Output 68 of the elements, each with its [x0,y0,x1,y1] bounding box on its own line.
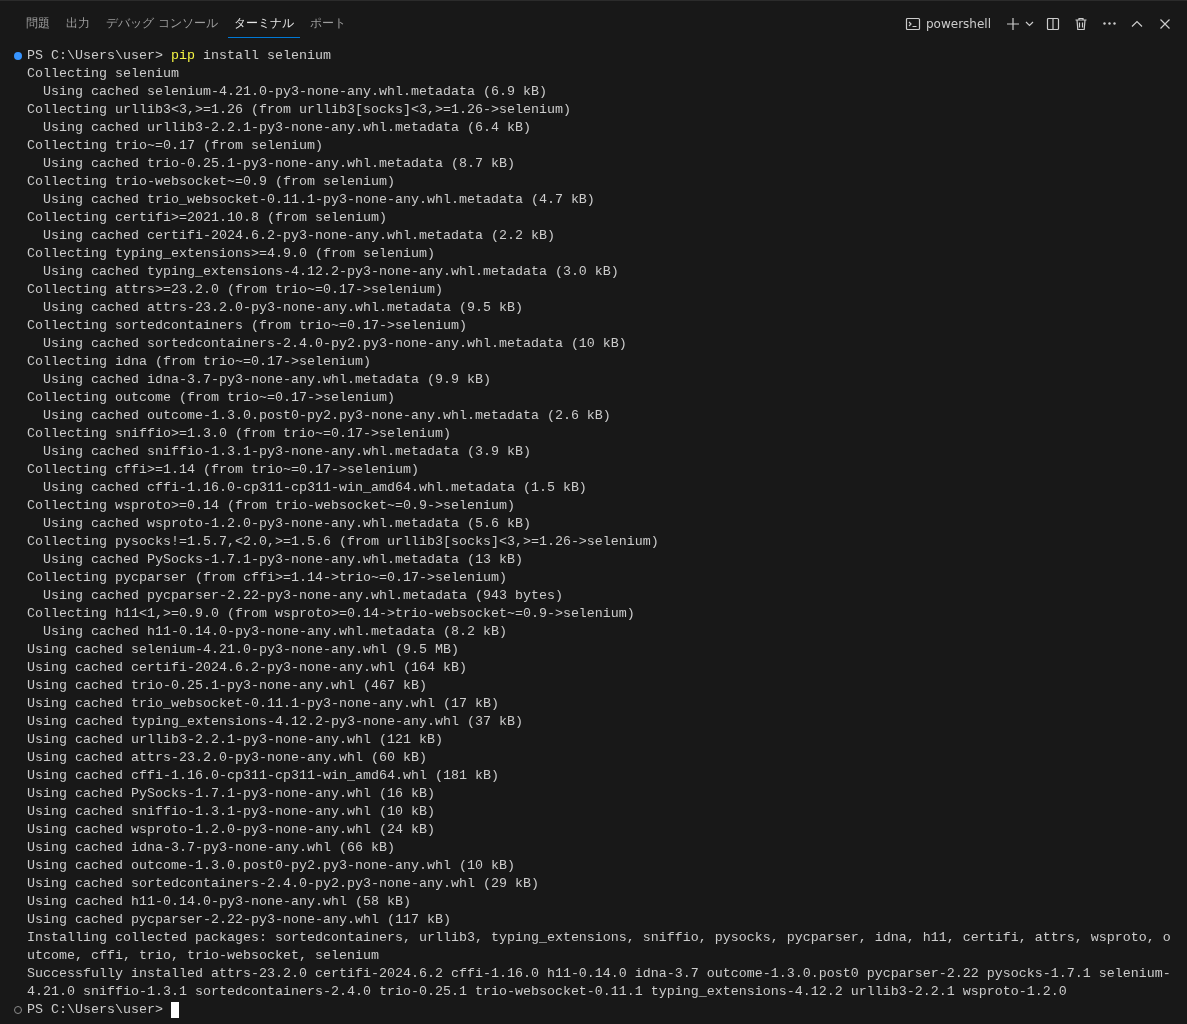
output-line: Using cached typing_extensions-4.12.2-py3-none-any.whl (37 kB) [27,713,523,731]
output-line: Using cached idna-3.7-py3-none-any.whl (66 kB) [27,839,395,857]
output-line: Using cached sortedcontainers-2.4.0-py2.py3-none-any.whl (29 kB) [27,875,539,893]
panel-tab[interactable]: デバッグ コンソール [100,9,224,38]
output-line: Using cached outcome-1.3.0.post0-py2.py3-none-any.whl (10 kB) [27,857,515,875]
trash-icon [1073,15,1089,32]
output-line: Using cached sniffio-1.3.1-py3-none-any.whl (10 kB) [27,803,435,821]
output-line: Using cached trio-0.25.1-py3-none-any.whl.metadata (8.7 kB) [42,155,515,173]
output-line: Collecting selenium [27,65,179,83]
output-line: Collecting h11<1,>=0.9.0 (from wsproto>=0.14->trio-websocket~=0.9->selenium) [27,605,635,623]
output-line: Using cached pycparser-2.22-py3-none-any.whl (117 kB) [27,911,451,929]
output-line: Collecting outcome (from trio~=0.17->selenium) [27,389,395,407]
output-line: Collecting wsproto>=0.14 (from trio-websocket~=0.9->selenium) [27,497,515,515]
output-line: Collecting sortedcontainers (from trio~=0.17->selenium) [27,317,467,335]
panel-tab[interactable]: 出力 [60,9,96,38]
output-line: Collecting sniffio>=1.3.0 (from trio~=0.17->selenium) [27,425,451,443]
output-line: Installing collected packages: sortedcontainers, urllib3, typing_extensions, sniffio, pysocks, pycparser, idna, h11, certifi, attrs, wsproto, o [27,929,1171,947]
output-line: utcome, cffi, trio, trio-websocket, selenium [27,947,379,965]
output-line: Successfully installed attrs-23.2.0 certifi-2024.6.2 cffi-1.16.0 h11-0.14.0 idna-3.7 outcome-1.3.0.post0 pycparser-2.22 pysocks-1.7.1 selenium- [27,965,1171,983]
output-line: Using cached PySocks-1.7.1-py3-none-any.whl (16 kB) [27,785,435,803]
output-line: Collecting attrs>=23.2.0 (from trio~=0.17->selenium) [27,281,443,299]
output-line: Collecting pysocks!=1.5.7,<2.0,>=1.5.6 (from urllib3[socks]<3,>=1.26->selenium) [27,533,659,551]
panel-tab[interactable]: ポート [303,9,352,38]
output-line: 4.21.0 sniffio-1.3.1 sortedcontainers-2.4.0 trio-0.25.1 trio-websocket-0.11.1 typing_extensions-4.12.2 urllib3-2.2.1 wsproto-1.2.0 [27,983,1067,1001]
output-line: Using cached sortedcontainers-2.4.0-py2.py3-none-any.whl.metadata (10 kB) [42,335,627,353]
output-line: Using cached wsproto-1.2.0-py3-none-any.whl (24 kB) [27,821,435,839]
output-line: Using cached idna-3.7-py3-none-any.whl.metadata (9.9 kB) [42,371,491,389]
prompt-text: PS C:\Users\user> [27,47,164,65]
plus-icon [1005,15,1021,32]
split-icon [1045,15,1061,32]
command-text: pip [170,47,195,65]
output-line: Using cached sniffio-1.3.1-py3-none-any.whl.metadata (3.9 kB) [42,443,531,461]
ellipsis-icon [1102,22,1116,25]
output-line: Using cached trio_websocket-0.11.1-py3-none-any.whl (17 kB) [27,695,499,713]
output-line: Using cached trio_websocket-0.11.1-py3-none-any.whl.metadata (4.7 kB) [42,191,595,209]
panel-tab[interactable]: ターミナル [227,9,300,38]
output-line: Using cached attrs-23.2.0-py3-none-any.whl (60 kB) [27,749,427,767]
output-line: Using cached urllib3-2.2.1-py3-none-any.whl.metadata (6.4 kB) [42,119,531,137]
output-line: Collecting pycparser (from cffi>=1.14->trio~=0.17->selenium) [27,569,507,587]
prompt-text: PS C:\Users\user> [27,1001,164,1019]
output-line: Using cached h11-0.14.0-py3-none-any.whl.metadata (8.2 kB) [42,623,507,641]
output-line: Using cached cffi-1.16.0-cp311-cp311-win_amd64.whl.metadata (1.5 kB) [42,479,587,497]
output-line: Collecting certifi>=2021.10.8 (from selenium) [27,209,387,227]
output-line: Collecting cffi>=1.14 (from trio~=0.17->selenium) [27,461,419,479]
output-line: Collecting trio~=0.17 (from selenium) [27,137,323,155]
output-line: Using cached PySocks-1.7.1-py3-none-any.whl.metadata (13 kB) [42,551,523,569]
command-status-dot[interactable] [14,52,22,60]
output-line: Using cached attrs-23.2.0-py3-none-any.whl.metadata (9.5 kB) [42,299,523,317]
output-line: Using cached h11-0.14.0-py3-none-any.whl (58 kB) [27,893,411,911]
output-line: Collecting typing_extensions>=4.9.0 (from selenium) [27,245,435,263]
panel-tab[interactable]: 問題 [20,9,56,38]
terminal-icon [905,15,921,32]
output-line: Using cached wsproto-1.2.0-py3-none-any.whl.metadata (5.6 kB) [42,515,531,533]
output-line: Using cached trio-0.25.1-py3-none-any.whl (467 kB) [27,677,427,695]
output-line: Collecting trio-websocket~=0.9 (from selenium) [27,173,395,191]
output-line: Collecting idna (from trio~=0.17->selenium) [27,353,371,371]
output-line: Using cached selenium-4.21.0-py3-none-any.whl.metadata (6.9 kB) [42,83,547,101]
output-line: Using cached urllib3-2.2.1-py3-none-any.whl (121 kB) [27,731,443,749]
output-line: Using cached certifi-2024.6.2-py3-none-any.whl (164 kB) [27,659,467,677]
output-line: Using cached cffi-1.16.0-cp311-cp311-win_amd64.whl (181 kB) [27,767,499,785]
output-line: Using cached outcome-1.3.0.post0-py2.py3-none-any.whl.metadata (2.6 kB) [42,407,611,425]
output-line: Using cached selenium-4.21.0-py3-none-any.whl (9.5 MB) [27,641,459,659]
output-line: Collecting urllib3<3,>=1.26 (from urllib3[socks]<3,>=1.26->selenium) [27,101,571,119]
terminal-profile-button[interactable]: powershell [901,13,995,34]
command-arguments: install selenium [201,47,331,65]
output-line: Using cached typing_extensions-4.12.2-py3-none-any.whl.metadata (3.0 kB) [42,263,619,281]
output-line: Using cached certifi-2024.6.2-py3-none-any.whl.metadata (2.2 kB) [42,227,555,245]
output-line: Using cached pycparser-2.22-py3-none-any.whl.metadata (943 bytes) [42,587,563,605]
